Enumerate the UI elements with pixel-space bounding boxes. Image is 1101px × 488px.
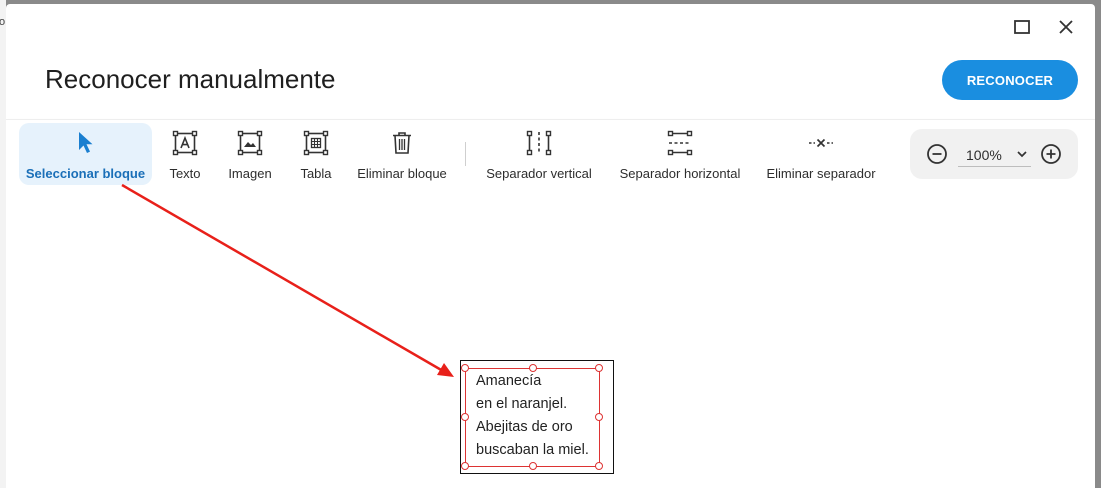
toolbar: Seleccionar bloque Texto Imagen Tabla El…: [6, 119, 1095, 187]
image-block-icon: [237, 130, 263, 156]
resize-handle-left[interactable]: [461, 413, 469, 421]
tool-horizontal-separator[interactable]: Separador horizontal: [612, 123, 748, 185]
zoom-out-button[interactable]: [925, 142, 949, 166]
tool-label: Eliminar separador: [766, 166, 876, 181]
tool-label: Eliminar bloque: [357, 166, 447, 181]
zoom-select[interactable]: 100%: [958, 143, 1031, 167]
recognize-manually-dialog: Reconocer manualmente RECONOCER Seleccio…: [6, 4, 1095, 488]
close-icon: [1059, 20, 1073, 34]
tool-delete-separator[interactable]: Eliminar separador: [759, 123, 883, 185]
close-button[interactable]: [1051, 12, 1081, 42]
tool-label: Tabla: [300, 166, 332, 181]
resize-handle-top-left[interactable]: [461, 364, 469, 372]
horizontal-separator-icon: [667, 130, 693, 156]
zoom-in-button[interactable]: [1039, 142, 1063, 166]
document-page: Amanecía en el naranjel. Abejitas de oro…: [460, 360, 614, 474]
zoom-in-icon: [1041, 144, 1061, 164]
tool-label: Separador vertical: [486, 166, 592, 181]
text-block-icon: [172, 130, 198, 156]
chevron-down-icon: [1017, 151, 1027, 158]
tool-text[interactable]: Texto: [160, 123, 210, 185]
trash-icon: [393, 132, 411, 154]
resize-handle-bottom-right[interactable]: [595, 462, 603, 470]
tool-label: Seleccionar bloque: [25, 166, 146, 181]
text-block-selection[interactable]: [461, 364, 603, 470]
maximize-button[interactable]: [1007, 12, 1037, 42]
table-block-icon: [303, 130, 329, 156]
tool-delete-block[interactable]: Eliminar bloque: [352, 123, 452, 185]
tool-select-block[interactable]: Seleccionar bloque: [19, 123, 152, 185]
tool-label: Texto: [169, 166, 201, 181]
tool-label: Separador horizontal: [619, 166, 741, 181]
zoom-control: 100%: [910, 129, 1078, 179]
vertical-separator-icon: [526, 130, 552, 156]
tool-image[interactable]: Imagen: [220, 123, 280, 185]
resize-handle-bottom[interactable]: [529, 462, 537, 470]
zoom-out-icon: [927, 144, 947, 164]
resize-handle-right[interactable]: [595, 413, 603, 421]
tool-label: Imagen: [228, 166, 272, 181]
tool-vertical-separator[interactable]: Separador vertical: [479, 123, 599, 185]
background-window-glyph: o: [0, 16, 6, 28]
resize-handle-top[interactable]: [529, 364, 537, 372]
maximize-icon: [1014, 20, 1030, 34]
document-canvas[interactable]: Amanecía en el naranjel. Abejitas de oro…: [6, 187, 1095, 488]
toolbar-divider: [465, 142, 466, 166]
resize-handle-top-right[interactable]: [595, 364, 603, 372]
resize-handle-bottom-left[interactable]: [461, 462, 469, 470]
tool-table[interactable]: Tabla: [290, 123, 342, 185]
delete-separator-icon: [809, 138, 833, 148]
dialog-title: Reconocer manualmente: [45, 64, 336, 94]
recognize-button[interactable]: RECONOCER: [942, 60, 1078, 100]
cursor-arrow-icon: [78, 132, 92, 153]
zoom-value: 100%: [966, 147, 1002, 163]
